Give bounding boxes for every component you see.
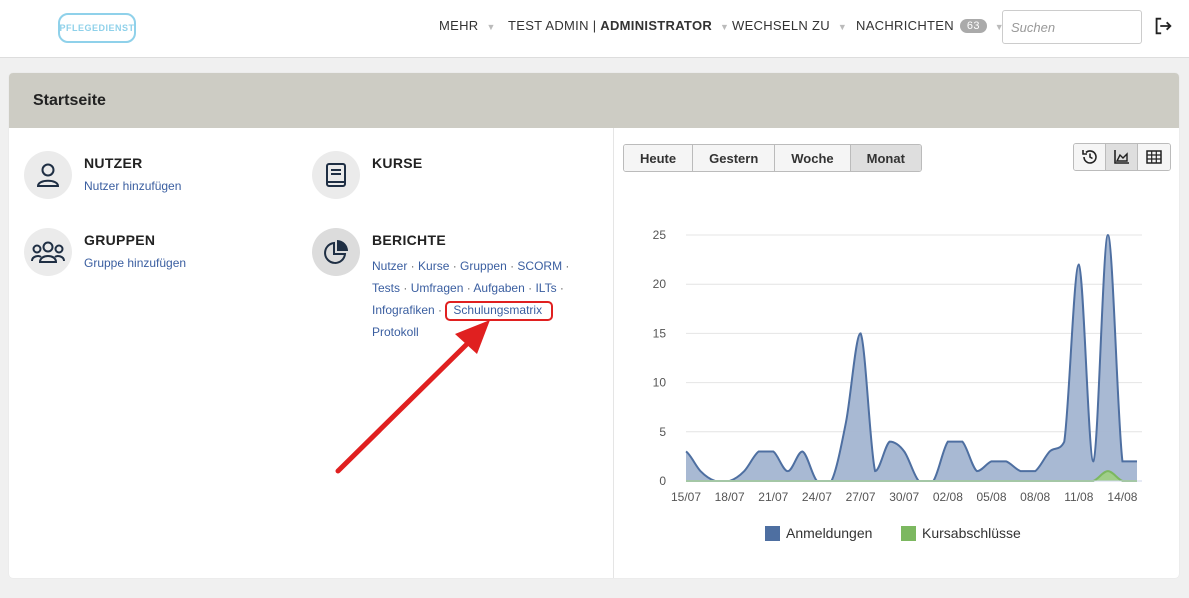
x-tick-label: 15/07 xyxy=(671,490,701,504)
y-tick-label: 20 xyxy=(653,277,667,291)
y-tick-label: 25 xyxy=(653,228,667,242)
switch-menu[interactable]: WECHSELN ZU ▼ xyxy=(732,18,847,33)
dashboard-card: Startseite NUTZER Nutzer hinzufügen KURS… xyxy=(9,73,1179,578)
user-separator: | xyxy=(588,18,601,33)
brand-logo-text: PFLEGEDIENST xyxy=(59,23,135,33)
top-navigation-bar: PFLEGEDIENST MEHR ▼ TEST ADMIN | ADMINIST… xyxy=(0,0,1189,58)
chevron-down-icon: ▼ xyxy=(486,22,496,32)
series-area-0 xyxy=(686,235,1137,481)
chevron-down-icon: ▼ xyxy=(837,22,848,32)
messages-menu[interactable]: NACHRICHTEN 63 ▼ xyxy=(856,18,1004,33)
switch-menu-label: WECHSELN ZU xyxy=(732,18,830,33)
x-tick-label: 30/07 xyxy=(889,490,919,504)
legend-label: Kursabschlüsse xyxy=(922,525,1021,541)
x-tick-label: 11/08 xyxy=(1064,490,1093,504)
x-tick-label: 21/07 xyxy=(758,490,788,504)
legend-swatch xyxy=(901,525,916,541)
legend-label: Anmeldungen xyxy=(786,525,873,541)
user-role: ADMINISTRATOR xyxy=(600,18,713,33)
chevron-down-icon: ▼ xyxy=(720,22,730,32)
x-tick-label: 05/08 xyxy=(977,490,1007,504)
y-tick-label: 0 xyxy=(659,474,666,488)
x-tick-label: 08/08 xyxy=(1020,490,1050,504)
x-tick-label: 24/07 xyxy=(802,490,832,504)
legend-item-1[interactable]: Kursabschlüsse xyxy=(901,525,1021,541)
logout-icon[interactable] xyxy=(1152,15,1174,37)
x-tick-label: 02/08 xyxy=(933,490,963,504)
y-tick-label: 5 xyxy=(659,425,666,439)
brand-logo[interactable]: PFLEGEDIENST xyxy=(58,13,136,43)
y-tick-label: 15 xyxy=(653,326,667,340)
user-name: TEST ADMIN xyxy=(508,18,589,33)
search-input[interactable] xyxy=(1002,10,1142,44)
more-menu-label: MEHR xyxy=(439,18,479,33)
x-tick-label: 14/08 xyxy=(1107,490,1137,504)
legend-swatch xyxy=(765,525,780,541)
messages-label: NACHRICHTEN xyxy=(856,18,954,33)
more-menu[interactable]: MEHR ▼ xyxy=(439,18,496,33)
legend-item-0[interactable]: Anmeldungen xyxy=(765,525,872,541)
user-menu[interactable]: TEST ADMIN | ADMINISTRATOR ▼ xyxy=(508,18,729,33)
x-tick-label: 27/07 xyxy=(846,490,876,504)
registrations-area-chart: 0 5 10 15 20 25 15/07 18/07 21/07 24/07 27/07 30/07… xyxy=(653,228,1142,504)
y-tick-label: 10 xyxy=(653,376,667,390)
messages-count-badge: 63 xyxy=(959,19,987,33)
x-tick-label: 18/07 xyxy=(715,490,745,504)
